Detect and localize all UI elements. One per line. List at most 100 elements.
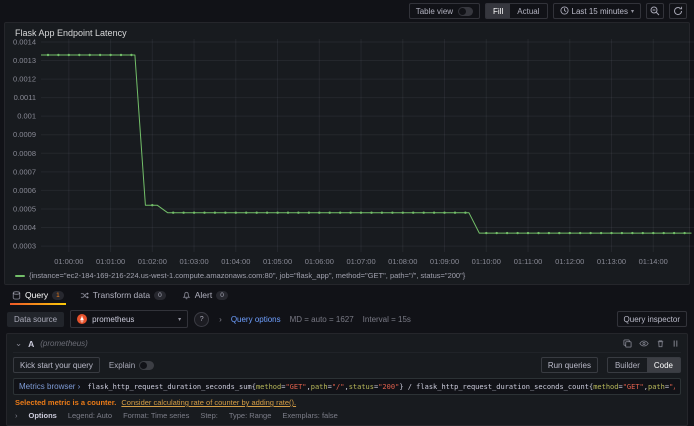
query-options-footer[interactable]: › Options Legend: Auto Format: Time seri… <box>13 407 681 423</box>
eye-icon[interactable] <box>639 339 649 348</box>
svg-text:01:03:00: 01:03:00 <box>179 257 208 266</box>
panel-title[interactable]: Flask App Endpoint Latency <box>5 23 689 39</box>
tab-transform-label: Transform data <box>92 290 151 300</box>
fill-button[interactable]: Fill <box>486 4 511 18</box>
query-editor-card: ⌄ A (prometheus) Kick start your query E… <box>6 333 688 426</box>
legend-series-swatch <box>15 274 25 277</box>
query-ref-datasource: (prometheus) <box>40 339 88 348</box>
chevron-right-icon: › <box>219 314 222 324</box>
legend-series-label: {instance="ec2-184-169-216-224.us-west-1… <box>29 271 466 280</box>
svg-text:01:06:00: 01:06:00 <box>305 257 334 266</box>
svg-text:0.0003: 0.0003 <box>13 242 36 251</box>
kickstart-query-button[interactable]: Kick start your query <box>13 357 100 373</box>
table-view-toggle[interactable]: Table view <box>408 3 481 19</box>
svg-text:0.0005: 0.0005 <box>13 204 36 213</box>
options-label: Options <box>28 411 57 420</box>
tab-query[interactable]: Query 1 <box>10 290 66 305</box>
latency-panel: Flask App Endpoint Latency 01:00:00 01:01… <box>4 22 694 285</box>
query-row-actions <box>623 339 679 348</box>
query-inspector-button[interactable]: Query inspector <box>616 311 687 327</box>
builder-mode-button[interactable]: Builder <box>608 358 647 372</box>
editor-tabs: Query 1 Transform data 0 Alert 0 <box>0 285 694 305</box>
svg-text:0.0008: 0.0008 <box>13 149 36 158</box>
actual-button[interactable]: Actual <box>510 4 546 18</box>
query-options-section: › Query options MD = auto = 1627 Interva… <box>219 315 411 324</box>
datasource-picker[interactable]: prometheus ▾ <box>70 310 189 328</box>
tab-alert[interactable]: Alert 0 <box>182 290 228 305</box>
svg-text:01:08:00: 01:08:00 <box>388 257 417 266</box>
query-field[interactable]: Metrics browser › flask_http_request_dur… <box>13 378 681 395</box>
table-view-label: Table view <box>415 6 454 16</box>
copy-icon[interactable] <box>623 339 632 348</box>
zoom-out-button[interactable] <box>646 3 664 19</box>
tab-query-label: Query <box>25 290 49 300</box>
option-type: Type: Range <box>228 411 272 420</box>
svg-text:0.001: 0.001 <box>17 112 36 121</box>
tab-transform-count: 0 <box>154 290 166 300</box>
query-code[interactable]: flask_http_request_duration_seconds_sum{… <box>87 383 675 391</box>
svg-text:0.0014: 0.0014 <box>13 39 36 46</box>
builder-code-switcher: Builder Code <box>606 357 681 373</box>
time-range-label: Last 15 minutes <box>571 6 628 16</box>
chart-legend[interactable]: {instance="ec2-184-169-216-224.us-west-1… <box>5 271 689 284</box>
table-view-switch[interactable] <box>458 6 474 16</box>
svg-text:0.0007: 0.0007 <box>13 167 36 176</box>
zoom-out-icon <box>650 6 660 16</box>
explain-switch[interactable] <box>139 360 155 370</box>
svg-text:01:00:00: 01:00:00 <box>54 257 83 266</box>
svg-text:01:01:00: 01:01:00 <box>96 257 125 266</box>
time-range-picker[interactable]: Last 15 minutes ▾ <box>552 3 641 19</box>
shuffle-icon <box>80 291 89 300</box>
run-queries-button[interactable]: Run queries <box>540 357 598 373</box>
refresh-icon <box>674 6 683 16</box>
query-inspector-label: Query inspector <box>623 314 680 324</box>
database-icon <box>12 290 21 300</box>
bell-icon <box>182 291 191 300</box>
query-row-header[interactable]: ⌄ A (prometheus) <box>13 337 681 353</box>
option-legend: Legend: Auto <box>67 411 113 420</box>
datasource-selected: prometheus <box>92 314 135 324</box>
drag-handle-icon[interactable] <box>672 339 679 348</box>
collapse-chevron-icon[interactable]: ⌄ <box>15 338 22 349</box>
run-queries-label: Run queries <box>547 360 591 370</box>
svg-text:01:04:00: 01:04:00 <box>221 257 250 266</box>
trash-icon[interactable] <box>656 339 665 348</box>
metrics-browser-toggle[interactable]: Metrics browser › <box>19 382 80 391</box>
datasource-row: Data source prometheus ▾ ? › Query optio… <box>0 305 694 332</box>
query-options-toggle[interactable]: Query options <box>231 315 281 324</box>
svg-text:01:07:00: 01:07:00 <box>346 257 375 266</box>
warning-text: Selected metric is a counter. <box>15 398 117 407</box>
svg-text:0.0011: 0.0011 <box>14 93 36 102</box>
refresh-button[interactable] <box>669 3 687 19</box>
option-format: Format: Time series <box>123 411 190 420</box>
explain-label: Explain <box>108 360 136 370</box>
help-icon: ? <box>199 315 204 323</box>
svg-text:01:14:00: 01:14:00 <box>639 257 668 266</box>
svg-text:0.0013: 0.0013 <box>13 56 36 65</box>
query-toolbar: Kick start your query Explain Run querie… <box>13 353 681 378</box>
svg-text:0.0012: 0.0012 <box>13 75 36 84</box>
svg-text:0.0006: 0.0006 <box>13 186 36 195</box>
warning-hint-link[interactable]: Consider calculating rate of counter by … <box>121 398 296 407</box>
latency-chart[interactable]: 01:00:00 01:01:00 01:02:00 01:03:00 01:04:00… <box>5 39 694 271</box>
query-ref-id: A <box>28 338 35 349</box>
code-mode-button[interactable]: Code <box>646 358 680 372</box>
svg-text:01:02:00: 01:02:00 <box>138 257 167 266</box>
kickstart-label: Kick start your query <box>20 360 93 370</box>
explain-toggle[interactable]: Explain <box>108 360 155 370</box>
svg-text:01:11:00: 01:11:00 <box>514 257 543 266</box>
option-step: Step: <box>200 411 218 420</box>
svg-text:01:05:00: 01:05:00 <box>263 257 292 266</box>
svg-text:01:13:00: 01:13:00 <box>597 257 626 266</box>
fill-actual-switcher: Fill Actual <box>485 3 548 19</box>
svg-text:01:09:00: 01:09:00 <box>430 257 459 266</box>
tab-transform-data[interactable]: Transform data 0 <box>80 290 166 305</box>
svg-text:01:12:00: 01:12:00 <box>555 257 584 266</box>
interval-summary: Interval = 15s <box>362 314 411 324</box>
chevron-right-icon: › <box>15 411 18 420</box>
datasource-help-button[interactable]: ? <box>194 311 210 327</box>
tab-query-count: 1 <box>52 290 64 300</box>
option-exemplars: Exemplars: false <box>282 411 338 420</box>
panel-editor-topbar: Table view Fill Actual Last 15 minutes ▾ <box>0 0 694 22</box>
tab-alert-count: 0 <box>216 290 228 300</box>
